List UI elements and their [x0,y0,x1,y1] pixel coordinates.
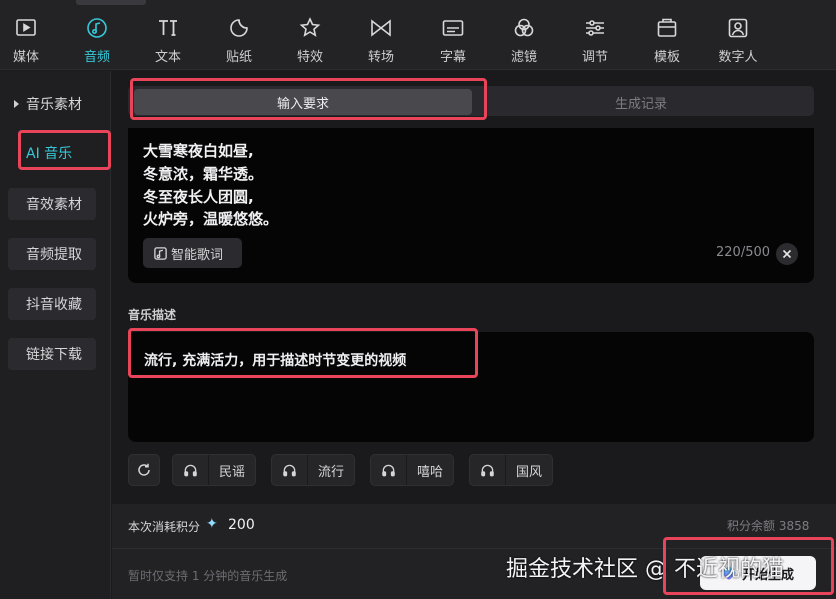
text-icon [154,15,182,41]
tool-filter-label: 滤镜 [510,50,537,65]
sidebar-item-label: 音频提取 [26,247,82,263]
sidebar-item-music-library[interactable]: 音乐素材 [8,88,96,120]
style-chip-label: 流行 [318,464,345,480]
tool-media-label: 媒体 [12,50,39,65]
tool-adjust-label: 调节 [581,50,608,65]
lyric-line: 大雪寒夜白如昼, [143,142,254,160]
tool-adjust[interactable]: 调节 [562,0,628,70]
sidebar-item-ai-music[interactable]: AI 音乐 [8,137,96,169]
credits-star-icon: ✦ [206,516,218,532]
music-description-value: 流行, 充满活力，用于描述时节变更的视频 [144,353,407,369]
audio-icon [83,15,111,41]
lyric-line: 冬意浓，霜华透。 [143,165,264,183]
sidebar-item-link-download[interactable]: 链接下载 [8,338,96,370]
mode-tabs: 输入要求 生成记录 [128,86,814,116]
headphones-icon [173,455,209,485]
tool-subtitle[interactable]: 字幕 [420,0,486,70]
music-description-label: 音乐描述 [128,308,177,322]
style-chip-label: 国风 [516,464,543,480]
adjust-icon [581,15,609,41]
close-icon [782,249,792,259]
sidebar-item-label: 抖音收藏 [26,297,82,313]
top-toolbar: 媒体 音频 文本 贴纸 特效 转场 字幕 滤镜 调节 模板 数字人 [0,0,836,70]
watermark-text: 掘金技术社区 @ 不近视的猫 [506,557,784,582]
tool-effects-label: 特效 [296,50,323,65]
refresh-icon [138,463,150,476]
credits-balance: 积分余额 3858 [727,519,810,533]
lyric-line: 火炉旁，温暖悠悠。 [143,210,279,228]
music-description-field[interactable]: 流行, 充满活力，用于描述时节变更的视频 [128,332,814,442]
tool-audio-label: 音频 [83,50,110,65]
style-chip-folk[interactable]: 民谣 [172,454,257,486]
style-chip-label: 嘻哈 [417,464,444,480]
clear-lyrics-button[interactable] [776,243,798,265]
lyrics-textarea[interactable]: — — — — — — — 大雪寒夜白如昼, 冬意浓，霜华透。 冬至夜长人团圆,… [128,128,814,283]
tool-audio[interactable]: 音频 [64,0,130,70]
lyric-line: 冬至夜长人团圆, [143,188,254,206]
style-chip-pop[interactable]: 流行 [271,454,356,486]
tool-text-label: 文本 [154,50,181,65]
lyrics-scrolled-line: — — — — — — — [144,128,278,134]
filter-icon [510,15,538,41]
sidebar-item-label: 音乐素材 [26,97,82,113]
tool-text[interactable]: 文本 [135,0,201,70]
style-chip-label: 民谣 [219,464,246,480]
tool-media[interactable]: 媒体 [0,0,59,70]
tool-transition-label: 转场 [367,50,394,65]
media-icon [12,15,40,41]
refresh-styles-button[interactable] [128,454,160,486]
footer-divider [112,548,836,549]
template-icon [653,15,681,41]
tool-template-label: 模板 [653,50,680,65]
tool-digital-human[interactable]: 数字人 [705,0,771,70]
tool-template[interactable]: 模板 [634,0,700,70]
sidebar-item-audio-extract[interactable]: 音频提取 [8,238,96,270]
headphones-icon [371,455,407,485]
smart-lyrics-button[interactable]: 智能歌词 [143,238,242,268]
sidebar-item-label: 链接下载 [26,347,82,363]
transition-icon [367,15,395,41]
tool-digital-human-label: 数字人 [718,50,758,65]
sidebar-item-label: 音效素材 [26,197,82,213]
cost-value: 200 [228,517,255,533]
cost-label: 本次消耗积分 [128,520,201,534]
sticker-icon [225,15,253,41]
tool-effects[interactable]: 特效 [277,0,343,70]
effects-icon [296,15,324,41]
tool-sticker-label: 贴纸 [225,50,252,65]
tool-sticker[interactable]: 贴纸 [206,0,272,70]
headphones-icon [470,455,506,485]
style-chip-chinese-style[interactable]: 国风 [469,454,554,486]
style-chip-hiphop[interactable]: 嘻哈 [370,454,455,486]
sidebar-item-douyin-favorites[interactable]: 抖音收藏 [8,288,96,320]
lyrics-char-counter: 220/500 [716,245,771,260]
tool-subtitle-label: 字幕 [439,50,466,65]
duration-hint: 暂时仅支持 1 分钟的音乐生成 [128,569,288,583]
subtitle-icon [439,15,467,41]
smart-lyrics-label: 智能歌词 [171,247,224,263]
tool-filter[interactable]: 滤镜 [491,0,557,70]
tab-input-requirements[interactable]: 输入要求 [134,89,472,115]
tab-generation-history[interactable]: 生成记录 [486,89,796,115]
headphones-icon [272,455,308,485]
expand-triangle-icon [14,100,19,108]
smart-lyrics-icon [154,246,167,260]
tool-transition[interactable]: 转场 [348,0,414,70]
digital-human-icon [724,15,752,41]
sidebar-item-sound-effects[interactable]: 音效素材 [8,188,96,220]
sidebar-item-label: AI 音乐 [26,146,73,162]
